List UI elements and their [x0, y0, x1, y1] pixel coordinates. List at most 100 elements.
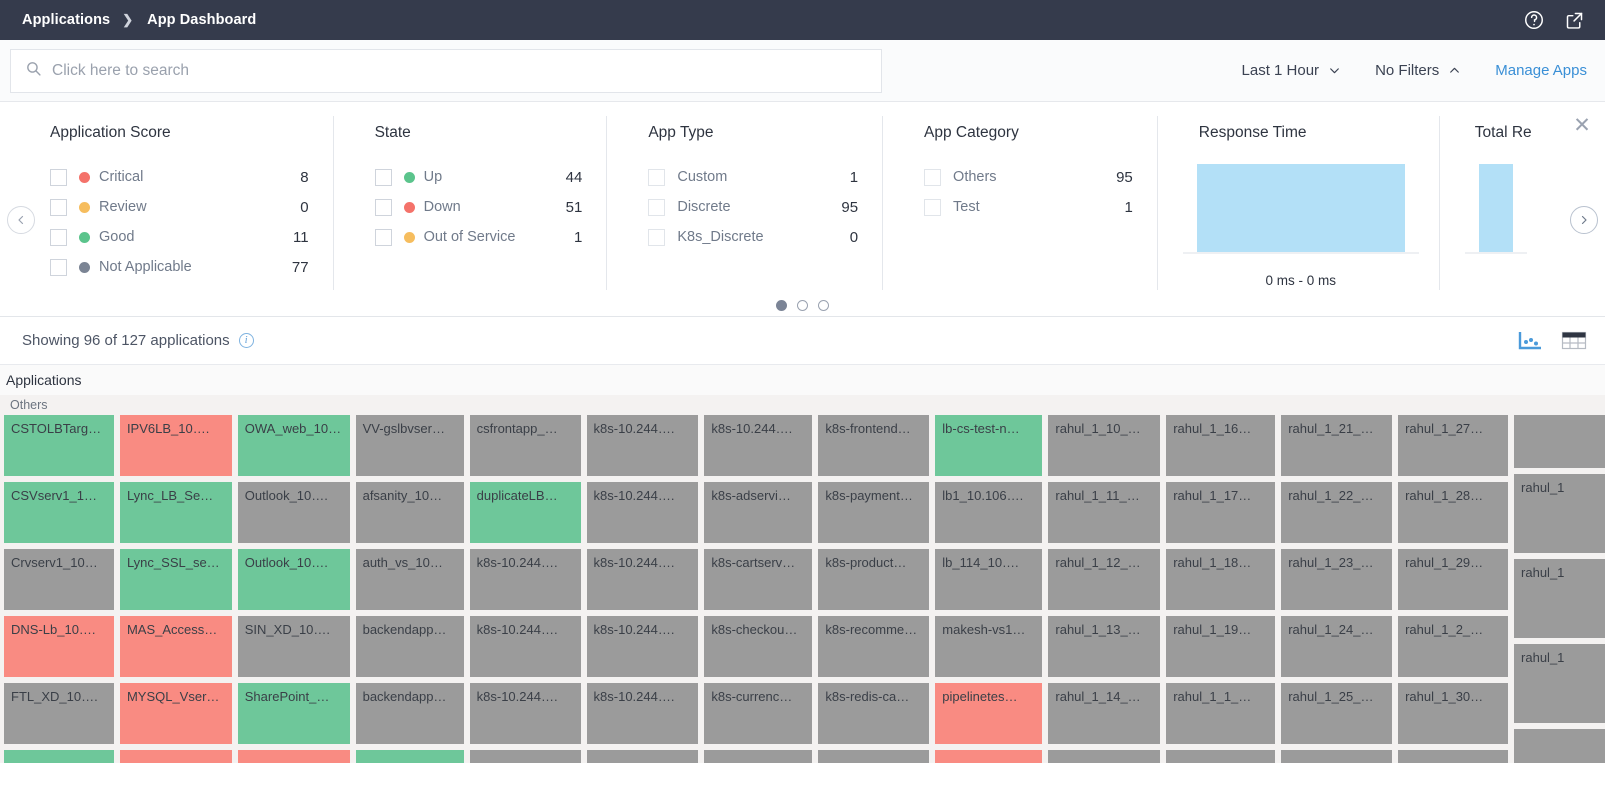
application-tile[interactable]: lb-cs-test-n…: [935, 415, 1042, 476]
application-tile[interactable]: VV-gslbvser…: [356, 415, 464, 476]
application-tile[interactable]: rahul_1_29…: [1398, 549, 1508, 610]
application-tile[interactable]: Lync_SSL_se…: [120, 549, 232, 610]
filters-selector[interactable]: No Filters: [1375, 62, 1461, 79]
close-icon[interactable]: ✕: [1571, 116, 1593, 138]
application-tile[interactable]: [238, 750, 350, 763]
application-tile[interactable]: lb_114_10….: [935, 549, 1042, 610]
application-tile[interactable]: rahul_1_12_…: [1048, 549, 1160, 610]
breadcrumb-app-dashboard[interactable]: App Dashboard: [147, 12, 256, 28]
application-tile[interactable]: MYSQL_Vser…: [120, 683, 232, 744]
application-tile[interactable]: rahul_1_21_…: [1281, 415, 1392, 476]
application-tile[interactable]: afsanity_10…: [356, 482, 464, 543]
application-tile[interactable]: k8s-10.244….: [587, 616, 699, 677]
filter-checkbox[interactable]: [924, 199, 941, 216]
filter-row[interactable]: Critical 8: [50, 162, 309, 192]
filter-checkbox[interactable]: [50, 199, 67, 216]
application-tile[interactable]: k8s-10.244….: [587, 683, 699, 744]
filter-checkbox[interactable]: [50, 229, 67, 246]
application-tile[interactable]: duplicateLB…: [470, 482, 581, 543]
histogram-bar[interactable]: [1479, 164, 1513, 252]
external-link-icon[interactable]: [1561, 7, 1587, 33]
application-tile[interactable]: csfrontapp_…: [470, 415, 581, 476]
application-tile[interactable]: lb1_10.106….: [935, 482, 1042, 543]
time-range-selector[interactable]: Last 1 Hour: [1242, 62, 1342, 79]
filter-row[interactable]: Others 95: [924, 162, 1133, 192]
filter-checkbox[interactable]: [924, 169, 941, 186]
filter-checkbox[interactable]: [50, 169, 67, 186]
breadcrumb-applications[interactable]: Applications: [22, 12, 110, 28]
application-tile[interactable]: backendapp…: [356, 683, 464, 744]
application-tile[interactable]: auth_vs_10…: [356, 549, 464, 610]
filter-checkbox[interactable]: [375, 229, 392, 246]
application-tile[interactable]: CSTOLBTarg…: [4, 415, 114, 476]
info-icon[interactable]: i: [239, 333, 254, 348]
filter-checkbox[interactable]: [648, 169, 665, 186]
filter-row[interactable]: Out of Service 1: [375, 222, 583, 252]
filter-checkbox[interactable]: [648, 229, 665, 246]
application-tile[interactable]: rahul_1_2_…: [1398, 616, 1508, 677]
application-tile[interactable]: k8s-10.244….: [470, 683, 581, 744]
application-tile[interactable]: [120, 750, 232, 763]
application-tile[interactable]: k8s-redis-ca…: [818, 683, 929, 744]
application-tile[interactable]: rahul_1: [1514, 474, 1605, 553]
application-tile[interactable]: CSVserv1_1…: [4, 482, 114, 543]
application-tile[interactable]: OWA_web_10…: [238, 415, 350, 476]
filter-checkbox[interactable]: [375, 199, 392, 216]
application-tile[interactable]: SharePoint_…: [238, 683, 350, 744]
application-tile[interactable]: Outlook_10….: [238, 482, 350, 543]
application-tile[interactable]: rahul_1_16…: [1166, 415, 1275, 476]
application-tile[interactable]: IPV6LB_10….: [120, 415, 232, 476]
search-input[interactable]: Click here to search: [10, 49, 882, 93]
application-tile[interactable]: rahul_1_30…: [1398, 683, 1508, 744]
application-tile[interactable]: rahul_1_11_…: [1048, 482, 1160, 543]
filter-row[interactable]: Review 0: [50, 192, 309, 222]
help-circle-icon[interactable]: [1521, 7, 1547, 33]
application-tile[interactable]: rahul_1_28…: [1398, 482, 1508, 543]
carousel-dot-1[interactable]: [776, 300, 787, 311]
application-tile[interactable]: rahul_1_27…: [1398, 415, 1508, 476]
application-tile[interactable]: rahul_1_10_…: [1048, 415, 1160, 476]
application-tile[interactable]: k8s-recomme…: [818, 616, 929, 677]
application-tile[interactable]: [1048, 750, 1160, 763]
carousel-next-button[interactable]: [1570, 206, 1598, 234]
application-tile[interactable]: rahul_1_22_…: [1281, 482, 1392, 543]
filter-checkbox[interactable]: [648, 199, 665, 216]
application-tile[interactable]: [1166, 750, 1275, 763]
application-tile[interactable]: [935, 750, 1042, 763]
application-tile[interactable]: [470, 750, 581, 763]
filter-row[interactable]: Down 51: [375, 192, 583, 222]
application-tile[interactable]: DNS-Lb_10….: [4, 616, 114, 677]
application-tile[interactable]: rahul_1: [1514, 559, 1605, 638]
filter-row[interactable]: Good 11: [50, 222, 309, 252]
application-tile[interactable]: k8s-cartserv…: [704, 549, 812, 610]
application-tile[interactable]: rahul_1_18…: [1166, 549, 1275, 610]
filter-row[interactable]: Not Applicable 77: [50, 252, 309, 282]
filter-row[interactable]: Discrete 95: [648, 192, 858, 222]
application-tile[interactable]: [356, 750, 464, 763]
application-tile[interactable]: k8s-checkou…: [704, 616, 812, 677]
application-tile[interactable]: [704, 750, 812, 763]
application-tile[interactable]: [818, 750, 929, 763]
application-tile[interactable]: rahul_1_14_…: [1048, 683, 1160, 744]
application-tile[interactable]: makesh-vs1…: [935, 616, 1042, 677]
table-grid-icon[interactable]: [1561, 330, 1587, 352]
filter-row[interactable]: K8s_Discrete 0: [648, 222, 858, 252]
application-tile[interactable]: k8s-product…: [818, 549, 929, 610]
application-tile[interactable]: backendapp…: [356, 616, 464, 677]
application-tile[interactable]: k8s-10.244….: [704, 415, 812, 476]
filter-checkbox[interactable]: [50, 259, 67, 276]
application-tile[interactable]: k8s-10.244….: [470, 616, 581, 677]
filter-row[interactable]: Test 1: [924, 192, 1133, 222]
application-tile[interactable]: rahul_1_19…: [1166, 616, 1275, 677]
filter-row[interactable]: Custom 1: [648, 162, 858, 192]
application-tile[interactable]: MAS_Access…: [120, 616, 232, 677]
application-tile[interactable]: k8s-10.244….: [587, 482, 699, 543]
application-tile[interactable]: rahul_1_25_…: [1281, 683, 1392, 744]
application-tile[interactable]: Outlook_10….: [238, 549, 350, 610]
application-tile[interactable]: rah…: [1514, 415, 1605, 468]
carousel-dot-3[interactable]: [818, 300, 829, 311]
application-tile[interactable]: Lync_LB_Se…: [120, 482, 232, 543]
application-tile[interactable]: k8s-frontend…: [818, 415, 929, 476]
application-tile[interactable]: [4, 750, 114, 763]
application-tile[interactable]: FTL_XD_10….: [4, 683, 114, 744]
